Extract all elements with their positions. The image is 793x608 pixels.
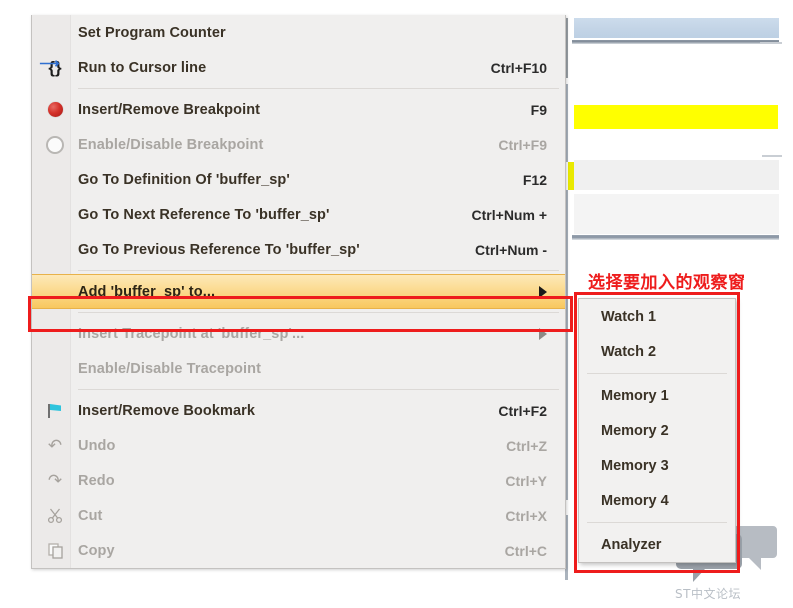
menu-item-icon-slot <box>32 232 78 267</box>
menu-item-label: Go To Next Reference To 'buffer_sp' <box>78 206 330 223</box>
undo-icon: ↶ <box>47 436 63 455</box>
editor-row-a <box>574 160 779 190</box>
menu-item-label: Go To Definition Of 'buffer_sp' <box>78 171 290 188</box>
submenu-item-memory-1[interactable]: Memory 1 <box>579 378 735 413</box>
menu-item-undo: ↶ Undo Ctrl+Z <box>32 428 565 463</box>
annotation-text: 选择要加入的观察窗 <box>588 273 746 293</box>
menu-item-icon-slot <box>32 275 78 308</box>
editor-tick-upper <box>760 42 782 44</box>
submenu-item-memory-2[interactable]: Memory 2 <box>579 413 735 448</box>
menu-item-label: Run to Cursor line <box>78 59 207 76</box>
editor-title-band <box>574 18 779 38</box>
breakpoint-icon <box>32 92 78 127</box>
menu-item-go-to-next-reference[interactable]: Go To Next Reference To 'buffer_sp' Ctrl… <box>32 197 565 232</box>
menu-item-label: Insert/Remove Breakpoint <box>78 101 261 118</box>
editor-bottom-rule <box>572 235 779 240</box>
menu-item-label: Insert Tracepoint at 'buffer_sp'... <box>78 325 305 342</box>
menu-item-shortcut: Ctrl+X <box>505 507 547 524</box>
menu-item-icon-slot <box>32 351 78 386</box>
submenu-separator <box>579 518 735 527</box>
menu-item-icon-slot <box>32 316 78 351</box>
menu-item-shortcut: Ctrl+Num + <box>471 206 547 223</box>
menu-item-shortcut: Ctrl+Y <box>505 472 547 489</box>
menu-item-go-to-previous-reference[interactable]: Go To Previous Reference To 'buffer_sp' … <box>32 232 565 267</box>
submenu-item-analyzer[interactable]: Analyzer <box>579 527 735 562</box>
menu-item-shortcut: Ctrl+F9 <box>498 136 547 153</box>
menu-item-icon-slot <box>32 162 78 197</box>
cut-scissors-icon <box>32 498 78 533</box>
menu-item-insert-remove-bookmark[interactable]: Insert/Remove Bookmark Ctrl+F2 <box>32 393 565 428</box>
menu-item-label: Go To Previous Reference To 'buffer_sp' <box>78 241 360 258</box>
menu-item-add-buffer-sp-to[interactable]: Add 'buffer_sp' to... <box>32 274 565 309</box>
submenu-item-memory-3[interactable]: Memory 3 <box>579 448 735 483</box>
submenu-item-watch-2[interactable]: Watch 2 <box>579 334 735 369</box>
submenu-arrow-icon <box>539 285 547 298</box>
breakpoint-disabled-icon <box>32 127 78 162</box>
menu-item-enable-disable-breakpoint: Enable/Disable Breakpoint Ctrl+F9 <box>32 127 565 162</box>
run-to-cursor-icon: ⟶{} <box>39 55 62 77</box>
bookmark-flag-icon <box>32 393 78 428</box>
menu-item-shortcut: Ctrl+Num - <box>475 241 547 258</box>
submenu-arrow-icon <box>539 327 547 340</box>
menu-item-go-to-definition[interactable]: Go To Definition Of 'buffer_sp' F12 <box>32 162 565 197</box>
menu-item-insert-remove-breakpoint[interactable]: Insert/Remove Breakpoint F9 <box>32 92 565 127</box>
menu-item-label: Enable/Disable Tracepoint <box>78 360 261 377</box>
menu-item-label: Insert/Remove Bookmark <box>78 402 256 419</box>
menu-item-label: Add 'buffer_sp' to... <box>78 283 216 300</box>
menu-item-redo: ↷ Redo Ctrl+Y <box>32 463 565 498</box>
menu-item-label: Copy <box>78 542 115 559</box>
menu-item-label: Cut <box>78 507 103 524</box>
menu-item-label: Set Program Counter <box>78 24 226 41</box>
menu-item-icon-slot <box>32 15 78 50</box>
menu-item-run-to-cursor-line[interactable]: ⟶{} Run to Cursor line Ctrl+F10 <box>32 50 565 85</box>
menu-item-icon-slot <box>32 197 78 232</box>
menu-item-shortcut: Ctrl+F2 <box>498 402 547 419</box>
menu-item-shortcut: Ctrl+Z <box>506 437 547 454</box>
menu-item-set-program-counter[interactable]: Set Program Counter <box>32 15 565 50</box>
submenu-item-watch-1[interactable]: Watch 1 <box>579 299 735 334</box>
menu-item-insert-tracepoint: Insert Tracepoint at 'buffer_sp'... <box>32 316 565 351</box>
copy-icon <box>32 533 78 568</box>
editor-title-rule <box>572 40 779 44</box>
menu-separator <box>32 85 565 92</box>
editor-row-b <box>574 194 779 234</box>
context-menu[interactable]: Set Program Counter ⟶{} Run to Cursor li… <box>31 15 566 569</box>
menu-item-label: Undo <box>78 437 116 454</box>
menu-item-enable-disable-tracepoint: Enable/Disable Tracepoint <box>32 351 565 386</box>
editor-left-margin <box>0 0 32 608</box>
submenu-item-memory-4[interactable]: Memory 4 <box>579 483 735 518</box>
redo-icon: ↷ <box>47 471 63 490</box>
editor-highlighted-line <box>574 105 778 129</box>
submenu-separator <box>579 369 735 378</box>
menu-item-label: Redo <box>78 472 115 489</box>
menu-item-copy: Copy Ctrl+C <box>32 533 565 568</box>
menu-item-cut: Cut Ctrl+X <box>32 498 565 533</box>
menu-item-shortcut: Ctrl+F10 <box>490 59 547 76</box>
menu-item-shortcut: Ctrl+C <box>504 542 547 559</box>
menu-separator <box>32 309 565 316</box>
menu-item-shortcut: F12 <box>522 171 547 188</box>
menu-separator <box>32 386 565 393</box>
menu-separator <box>32 267 565 274</box>
menu-item-shortcut: F9 <box>530 101 547 118</box>
menu-item-label: Enable/Disable Breakpoint <box>78 136 264 153</box>
editor-tick-lower <box>762 155 782 157</box>
add-to-submenu[interactable]: Watch 1 Watch 2 Memory 1 Memory 2 Memory… <box>578 298 736 563</box>
